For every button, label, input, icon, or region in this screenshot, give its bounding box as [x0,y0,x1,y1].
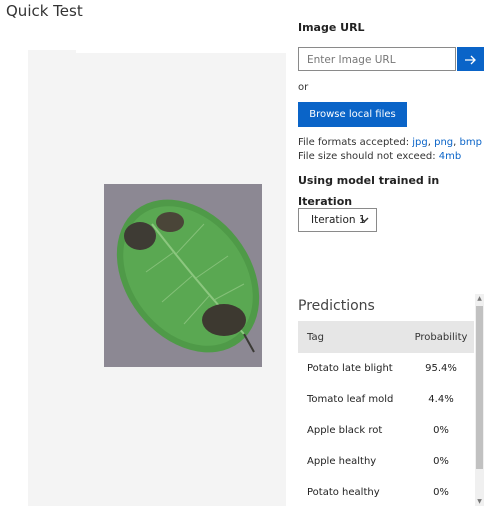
chevron-down-icon [360,215,369,227]
predictions-title: Predictions [298,298,375,314]
tag-cell: Apple healthy [307,456,377,467]
page-title: Quick Test [6,2,83,20]
table-row: Tomato leaf mold 4.4% [298,384,474,415]
scroll-up-arrow-icon[interactable]: ▲ [475,294,484,303]
table-row: Apple black rot 0% [298,415,474,446]
scroll-down-arrow-icon[interactable]: ▼ [475,497,484,506]
format-jpg-link[interactable]: jpg [412,137,427,148]
image-url-field[interactable] [298,47,456,71]
probability-cell: 0% [433,456,449,467]
tag-column-header: Tag [307,331,324,343]
table-header: Tag Probability [298,321,474,353]
iteration-selected-value: Iteration 1 [311,214,366,226]
image-url-label: Image URL [298,21,365,34]
tag-cell: Potato late blight [307,363,393,374]
file-formats-text: File formats accepted: jpg, png, bmp [298,137,482,148]
predictions-table: Tag Probability Potato late blight 95.4%… [298,321,474,508]
probability-cell: 95.4% [425,363,457,374]
browse-local-files-button[interactable]: Browse local files [298,102,407,127]
tag-cell: Potato healthy [307,487,380,498]
arrow-right-icon [464,50,477,69]
iteration-label: Iteration [298,195,353,208]
table-row: Potato healthy 0% [298,477,474,508]
table-row: Potato late blight 95.4% [298,353,474,384]
predictions-scrollbar[interactable]: ▲ ▼ [475,294,484,506]
probability-cell: 4.4% [428,394,454,405]
iteration-select[interactable]: Iteration 1 [298,208,377,232]
file-formats-prefix: File formats accepted: [298,137,413,148]
format-png-link[interactable]: png [434,137,453,148]
file-size-limit: 4mb [438,151,462,162]
or-text: or [298,82,309,93]
file-size-text: File size should not exceed: 4mb [298,151,461,162]
uploaded-leaf-image [104,184,262,367]
probability-cell: 0% [433,425,449,436]
submit-url-button[interactable] [457,47,484,71]
tag-cell: Tomato leaf mold [307,394,394,405]
probability-cell: 0% [433,487,449,498]
model-heading: Using model trained in [298,174,440,187]
tag-cell: Apple black rot [307,425,383,436]
file-size-prefix: File size should not exceed: [298,151,439,162]
probability-column-header: Probability [414,331,468,343]
table-row: Apple healthy 0% [298,446,474,477]
format-bmp-link[interactable]: bmp [460,137,482,148]
scroll-thumb[interactable] [476,306,483,469]
divider [76,50,286,53]
image-url-input[interactable] [299,49,455,71]
